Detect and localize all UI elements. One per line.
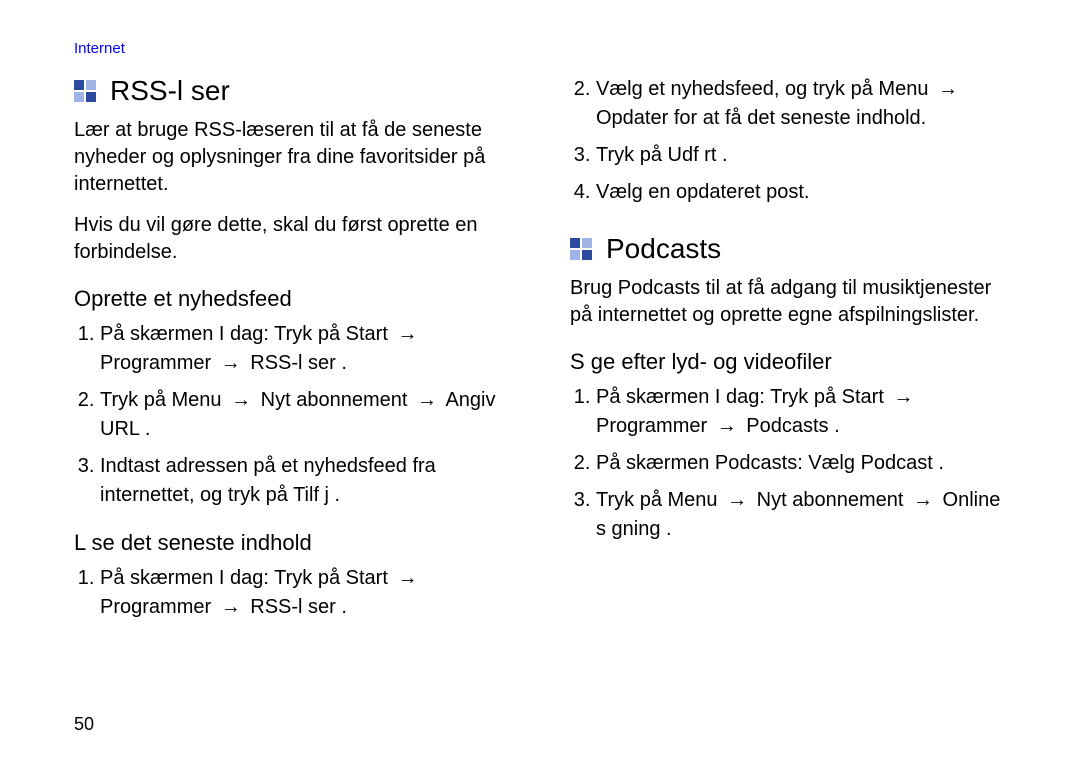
create-feed-step-1: På skærmen I dag: Tryk på Start → Progra… xyxy=(100,320,510,378)
ui-rsslser: RSS-l ser xyxy=(250,352,336,374)
arrow-icon: → xyxy=(934,78,962,100)
text: På skærmen I dag: Tryk på xyxy=(596,386,842,408)
arrow-icon: → xyxy=(217,352,245,374)
search-files-subhead: S ge efter lyd- og videofiler xyxy=(570,349,1006,375)
arrow-icon: → xyxy=(393,323,421,345)
read-latest-step-2: Vælg et nyhedsfeed, og tryk på Menu → Op… xyxy=(596,75,1006,133)
text: Vælg et nyhedsfeed, og tryk på xyxy=(596,78,878,100)
search-files-step-3: Tryk på Menu → Nyt abonnement → Online s… xyxy=(596,486,1006,544)
read-latest-subhead: L se det seneste indhold xyxy=(74,530,510,556)
search-files-step-1: På skærmen I dag: Tryk på Start → Progra… xyxy=(596,383,1006,441)
text: På skærmen I dag: Tryk på xyxy=(100,323,346,345)
text: Tryk på xyxy=(596,144,668,166)
text: På skærmen Podcasts: Vælg xyxy=(596,452,861,474)
ui-programmer: Programmer xyxy=(100,352,211,374)
ui-start: Start xyxy=(346,567,388,589)
create-feed-step-2: Tryk på Menu → Nyt abonnement → Angiv UR… xyxy=(100,386,510,444)
podcasts-intro: Brug Podcasts til at få adgang til musik… xyxy=(570,275,1006,329)
arrow-icon: → xyxy=(713,415,741,437)
ui-menu: Menu xyxy=(878,78,928,100)
right-column: Vælg et nyhedsfeed, og tryk på Menu → Op… xyxy=(570,75,1006,634)
read-latest-step-1: På skærmen I dag: Tryk på Start → Progra… xyxy=(100,564,510,622)
create-feed-steps: På skærmen I dag: Tryk på Start → Progra… xyxy=(74,320,510,510)
text: for at få det seneste indhold. xyxy=(674,107,926,129)
arrow-icon: → xyxy=(723,489,751,511)
ui-udfrt: Udf rt xyxy=(668,144,717,166)
squares-icon xyxy=(74,80,96,102)
page-number: 50 xyxy=(74,714,94,735)
text: Tryk på xyxy=(596,489,668,511)
ui-opdater: Opdater xyxy=(596,107,668,129)
read-latest-step-4: Vælg en opdateret post. xyxy=(596,178,1006,207)
arrow-icon: → xyxy=(217,596,245,618)
squares-icon xyxy=(570,238,592,260)
podcasts-heading: Podcasts xyxy=(570,233,1006,265)
ui-programmer: Programmer xyxy=(596,415,707,437)
read-latest-steps-cont: Vælg et nyhedsfeed, og tryk på Menu → Op… xyxy=(570,75,1006,207)
arrow-icon: → xyxy=(227,389,255,411)
rss-heading-text: RSS-l ser xyxy=(110,75,230,107)
category-label: Internet xyxy=(74,40,1006,57)
text: Tryk på xyxy=(100,389,172,411)
arrow-icon: → xyxy=(393,567,421,589)
arrow-icon: → xyxy=(909,489,937,511)
search-files-step-2: På skærmen Podcasts: Vælg Podcast . xyxy=(596,449,1006,478)
ui-tilfj: Tilf j xyxy=(293,484,329,506)
rss-heading: RSS-l ser xyxy=(74,75,510,107)
ui-rsslser: RSS-l ser xyxy=(250,596,336,618)
ui-podcasts: Podcasts xyxy=(746,415,828,437)
arrow-icon: → xyxy=(413,389,441,411)
ui-programmer: Programmer xyxy=(100,596,211,618)
search-files-steps: På skærmen I dag: Tryk på Start → Progra… xyxy=(570,383,1006,544)
page: Internet RSS-l ser Lær at bruge RSS-læse… xyxy=(0,0,1080,765)
text: På skærmen I dag: Tryk på xyxy=(100,567,346,589)
create-feed-subhead: Oprette et nyhedsfeed xyxy=(74,286,510,312)
ui-menu: Menu xyxy=(172,389,222,411)
text: Indtast adressen på et nyhedsfeed fra in… xyxy=(100,455,436,506)
ui-nyt-abonnement: Nyt abonnement xyxy=(757,489,904,511)
podcasts-heading-text: Podcasts xyxy=(606,233,721,265)
left-column: RSS-l ser Lær at bruge RSS-læseren til a… xyxy=(74,75,510,634)
text: Vælg en opdateret post. xyxy=(596,181,809,203)
read-latest-step-3: Tryk på Udf rt . xyxy=(596,141,1006,170)
create-feed-step-3: Indtast adressen på et nyhedsfeed fra in… xyxy=(100,452,510,510)
read-latest-steps: På skærmen I dag: Tryk på Start → Progra… xyxy=(74,564,510,622)
ui-podcast: Podcast xyxy=(861,452,933,474)
arrow-icon: → xyxy=(889,386,917,408)
rss-intro-1: Lær at bruge RSS-læseren til at få de se… xyxy=(74,117,510,198)
rss-intro-2: Hvis du vil gøre dette, skal du først op… xyxy=(74,212,510,266)
ui-nyt-abonnement: Nyt abonnement xyxy=(261,389,408,411)
ui-start: Start xyxy=(842,386,884,408)
ui-start: Start xyxy=(346,323,388,345)
ui-menu: Menu xyxy=(668,489,718,511)
two-column-layout: RSS-l ser Lær at bruge RSS-læseren til a… xyxy=(74,75,1006,634)
